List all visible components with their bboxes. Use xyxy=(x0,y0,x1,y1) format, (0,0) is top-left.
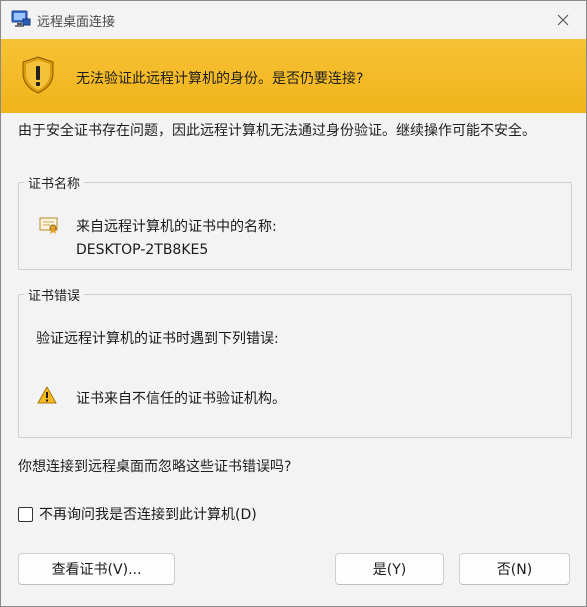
yes-button[interactable]: 是(Y) xyxy=(335,553,444,585)
certificate-error-legend: 证书错误 xyxy=(28,289,81,304)
warning-banner: 无法验证此远程计算机的身份。是否仍要连接? xyxy=(1,39,586,113)
remote-desktop-dialog: 远程桌面连接 无法验证此远程计算机的身份。是否仍要连接? 由于安全证书存在问题，… xyxy=(0,0,587,607)
window-title: 远程桌面连接 xyxy=(37,15,116,30)
close-icon xyxy=(557,14,569,26)
certificate-name-legend: 证书名称 xyxy=(28,177,81,192)
security-shield-warning-icon xyxy=(22,56,54,94)
dont-ask-checkbox-row[interactable]: 不再询问我是否连接到此计算机(D) xyxy=(18,504,257,524)
confirm-question: 你想连接到远程桌面而忽略这些证书错误吗? xyxy=(18,459,292,475)
certificate-error-intro: 验证远程计算机的证书时遇到下列错误: xyxy=(36,331,279,347)
intro-text: 由于安全证书存在问题，因此远程计算机无法通过身份验证。继续操作可能不安全。 xyxy=(18,123,536,139)
dont-ask-checkbox[interactable] xyxy=(18,506,33,522)
banner-message: 无法验证此远程计算机的身份。是否仍要连接? xyxy=(76,71,364,87)
certificate-name-group: 证书名称 来自远程计算机的证书中的名称: DESKTOP-2TB8KE5 xyxy=(18,173,572,270)
view-certificate-button[interactable]: 查看证书(V)... xyxy=(18,553,175,585)
remote-desktop-app-icon xyxy=(11,10,31,27)
warning-icon xyxy=(37,386,57,404)
certificate-error-group: 证书错误 验证远程计算机的证书时遇到下列错误: 证书来自不信任的证书验证机构。 xyxy=(18,285,572,438)
certificate-name-label: 来自远程计算机的证书中的名称: xyxy=(76,219,277,235)
dont-ask-label[interactable]: 不再询问我是否连接到此计算机(D) xyxy=(39,504,257,524)
certificate-icon xyxy=(39,217,58,234)
certificate-error-item: 证书来自不信任的证书验证机构。 xyxy=(76,391,286,407)
no-button[interactable]: 否(N) xyxy=(459,553,570,585)
close-button[interactable] xyxy=(540,1,586,39)
title-bar: 远程桌面连接 xyxy=(1,1,586,39)
certificate-name-value: DESKTOP-2TB8KE5 xyxy=(76,242,209,258)
